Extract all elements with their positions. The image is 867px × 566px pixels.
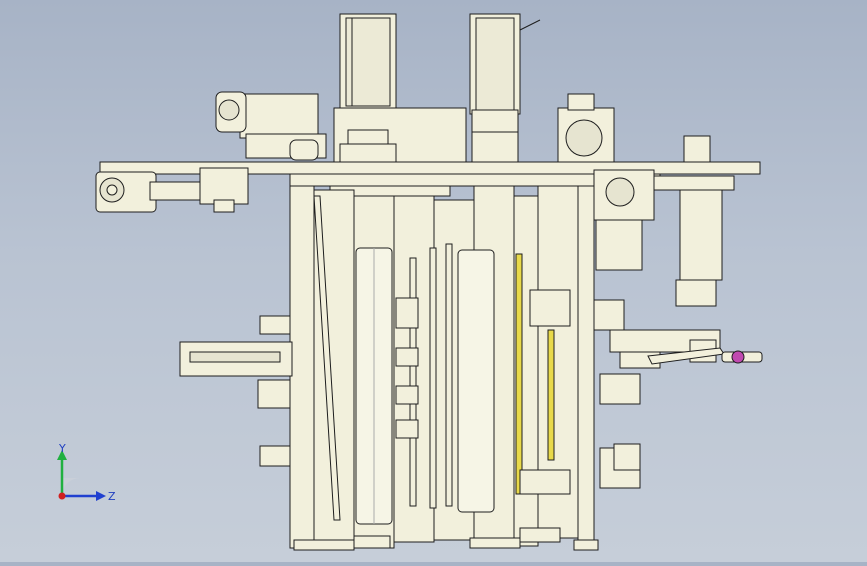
servo-motor-left <box>333 13 467 165</box>
y-axis-label: Y <box>58 442 66 455</box>
z-axis-label: Z <box>108 490 116 503</box>
axis-triad: Y Z <box>57 442 116 503</box>
x-axis-point <box>58 492 66 500</box>
side-motor <box>215 91 327 161</box>
cad-viewport[interactable] <box>0 0 867 562</box>
roller-mid <box>457 249 495 513</box>
top-right-motor <box>557 93 711 167</box>
guide-rails <box>409 243 453 509</box>
z-axis-head <box>96 491 106 501</box>
left-bracket <box>179 315 293 467</box>
servo-motor-right <box>469 13 541 167</box>
right-mechanism <box>593 169 735 489</box>
roller-left <box>355 247 393 525</box>
triad-arc <box>62 478 80 496</box>
pneumatic-cylinder <box>95 167 249 213</box>
assembly-drawing <box>95 13 763 551</box>
